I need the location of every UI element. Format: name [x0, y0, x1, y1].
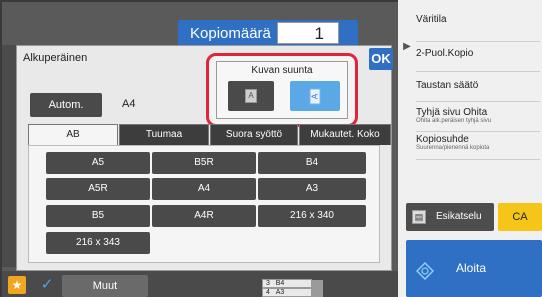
paper-tray-indicator: 3 B4 4 A3	[262, 279, 312, 297]
tab-ab[interactable]: AB	[28, 124, 118, 145]
tab-inch[interactable]: Tuumaa	[119, 124, 209, 145]
size-button-b5[interactable]: B5	[46, 205, 150, 227]
right-item-title: Kopiosuhde	[416, 134, 469, 145]
size-button-216x340[interactable]: 216 x 340	[258, 205, 366, 227]
size-tabs: AB Tuumaa Suora syöttö Mukautet. Koko	[28, 124, 392, 145]
tray-number: 3	[266, 280, 270, 287]
tray-size: B4	[275, 280, 285, 287]
auto-button[interactable]: Autom.	[30, 93, 102, 117]
clear-all-button[interactable]: CA	[498, 203, 542, 231]
favorite-star-icon[interactable]: ★	[8, 276, 26, 294]
right-item-title: Väritila	[416, 14, 447, 25]
size-button-a3[interactable]: A3	[258, 178, 366, 200]
tab-direct-input[interactable]: Suora syöttö	[210, 124, 298, 145]
right-item-title: Taustan säätö	[416, 80, 479, 91]
start-diamond-icon	[416, 262, 434, 280]
size-button-216x343[interactable]: 216 x 343	[46, 232, 150, 254]
size-button-b5r[interactable]: B5R	[152, 152, 256, 174]
selected-size-label: A4	[122, 98, 136, 110]
size-button-b4[interactable]: B4	[258, 152, 366, 174]
right-item-title: 2-Puol.Kopio	[416, 48, 474, 59]
left-strip	[2, 45, 16, 267]
right-item-subtitle: Ohita alk.peräisen tyhjä sivu	[416, 118, 492, 124]
size-button-a4r[interactable]: A4R	[152, 205, 256, 227]
landscape-paper-icon: A	[309, 88, 321, 104]
orientation-title: Kuvan suunta	[251, 65, 313, 76]
right-item-subtitle: Suurenna/pienennä kopiota	[416, 145, 490, 151]
expand-arrow-icon[interactable]: ▶	[400, 40, 414, 54]
right-item-background[interactable]: Taustan säätö	[416, 72, 540, 102]
right-item-color-mode[interactable]: Väritila	[416, 12, 540, 42]
other-button[interactable]: Muut	[62, 275, 148, 297]
ok-button[interactable]: OK	[369, 48, 393, 70]
orientation-landscape-button[interactable]: A	[290, 81, 340, 111]
dialog-title: Alkuperäinen	[23, 52, 88, 64]
copies-input[interactable]: 1	[277, 22, 339, 44]
checkmark-icon[interactable]: ✓	[36, 276, 58, 294]
right-item-duplex[interactable]: 2-Puol.Kopio	[416, 42, 540, 72]
tray-side-marker	[311, 280, 323, 297]
size-button-a4[interactable]: A4	[152, 178, 256, 200]
tray-number: 4	[266, 289, 270, 296]
copies-label: Kopiomäärä	[190, 24, 271, 42]
tray-size: A3	[275, 289, 285, 296]
orientation-portrait-button[interactable]: A	[228, 81, 274, 111]
tray-row: 4 A3	[262, 288, 312, 297]
right-item-blank-skip[interactable]: Tyhjä sivu Ohita Ohita alk.peräisen tyhj…	[416, 102, 540, 132]
tray-row: 3 B4	[262, 279, 312, 288]
tab-custom-size[interactable]: Mukautet. Koko	[299, 124, 391, 145]
right-item-ratio[interactable]: Kopiosuhde Suurenna/pienennä kopiota	[416, 132, 540, 160]
right-item-title: Tyhjä sivu Ohita	[416, 107, 488, 118]
size-button-a5r[interactable]: A5R	[46, 178, 150, 200]
size-button-a5[interactable]: A5	[46, 152, 150, 174]
portrait-paper-icon: A	[245, 89, 257, 103]
preview-icon: ▤	[412, 210, 426, 224]
